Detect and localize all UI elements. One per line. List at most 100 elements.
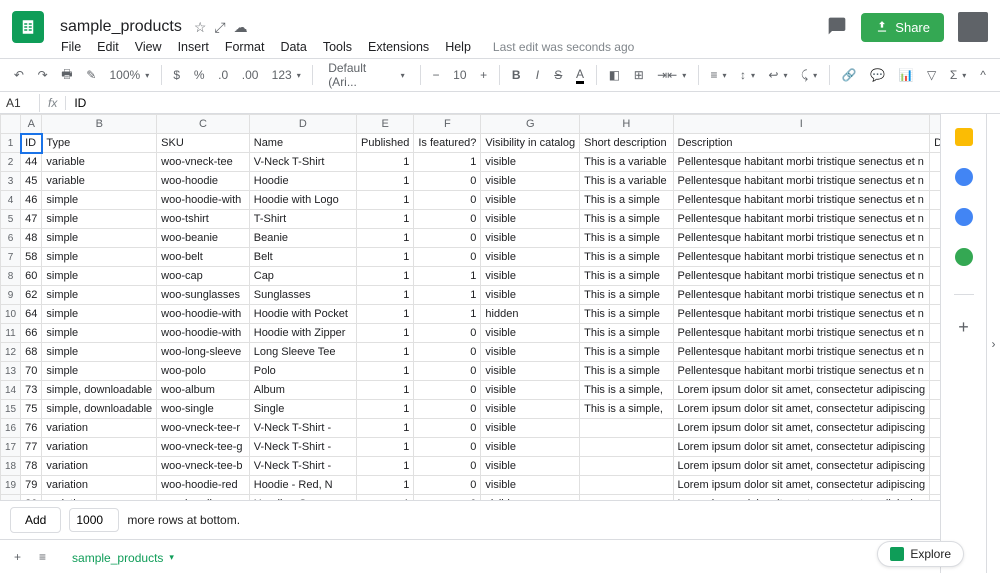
merge-button[interactable]: ⇥⇤ bbox=[652, 64, 692, 86]
select-all-cell[interactable] bbox=[1, 115, 21, 134]
cell[interactable]: V-Neck T-Shirt - bbox=[249, 457, 356, 476]
chevron-down-icon[interactable]: ▾ bbox=[169, 552, 174, 563]
cell[interactable]: simple bbox=[42, 248, 157, 267]
cell[interactable]: woo-vneck-tee bbox=[157, 153, 250, 172]
cell[interactable]: 1 bbox=[357, 381, 414, 400]
cell[interactable]: woo-hoodie-red bbox=[157, 476, 250, 495]
sheets-logo[interactable] bbox=[12, 11, 44, 43]
cell[interactable]: variation bbox=[42, 438, 157, 457]
cell[interactable] bbox=[580, 457, 673, 476]
cell[interactable]: 46 bbox=[21, 191, 42, 210]
cell[interactable] bbox=[580, 495, 673, 501]
inc-decimal-button[interactable]: .00 bbox=[236, 64, 264, 86]
cell[interactable]: 1 bbox=[357, 343, 414, 362]
cell[interactable]: 1 bbox=[357, 476, 414, 495]
cell[interactable] bbox=[580, 438, 673, 457]
col-header-G[interactable]: G bbox=[481, 115, 580, 134]
cell[interactable]: 0 bbox=[414, 343, 481, 362]
cell[interactable]: 0 bbox=[414, 248, 481, 267]
menu-help[interactable]: Help bbox=[438, 36, 478, 58]
cell[interactable]: Pellentesque habitant morbi tristique se… bbox=[673, 248, 930, 267]
cell[interactable]: 0 bbox=[414, 324, 481, 343]
cell[interactable]: Lorem ipsum dolor sit amet, consectetur … bbox=[673, 476, 930, 495]
cell[interactable]: Hoodie with Pocket bbox=[249, 305, 356, 324]
cell[interactable]: V-Neck T-Shirt - bbox=[249, 438, 356, 457]
menu-edit[interactable]: Edit bbox=[90, 36, 126, 58]
row-header-20[interactable]: 20 bbox=[1, 495, 21, 501]
halign-button[interactable]: ≡ bbox=[705, 64, 733, 86]
cell[interactable]: Cap bbox=[249, 267, 356, 286]
cell[interactable] bbox=[930, 229, 940, 248]
cell[interactable] bbox=[580, 419, 673, 438]
cell[interactable]: 44 bbox=[21, 153, 42, 172]
col-header-D[interactable]: D bbox=[249, 115, 356, 134]
row-header-1[interactable]: 1 bbox=[1, 134, 21, 153]
cell[interactable]: 1 bbox=[414, 286, 481, 305]
cell[interactable]: hidden bbox=[481, 305, 580, 324]
row-header-5[interactable]: 5 bbox=[1, 210, 21, 229]
cell[interactable]: Lorem ipsum dolor sit amet, consectetur … bbox=[673, 419, 930, 438]
row-header-9[interactable]: 9 bbox=[1, 286, 21, 305]
cell[interactable]: visible bbox=[481, 324, 580, 343]
cell[interactable]: visible bbox=[481, 210, 580, 229]
cell-header[interactable]: Type bbox=[42, 134, 157, 153]
row-header-16[interactable]: 16 bbox=[1, 419, 21, 438]
cell[interactable] bbox=[580, 476, 673, 495]
cell[interactable]: 70 bbox=[21, 362, 42, 381]
cell[interactable]: simple, downloadable bbox=[42, 381, 157, 400]
cell[interactable]: visible bbox=[481, 229, 580, 248]
cell[interactable]: woo-single bbox=[157, 400, 250, 419]
add-rows-button[interactable]: Add bbox=[10, 507, 61, 533]
col-header-C[interactable]: C bbox=[157, 115, 250, 134]
menu-file[interactable]: File bbox=[54, 36, 88, 58]
rotate-button[interactable]: ⤹ bbox=[795, 64, 823, 87]
cell[interactable]: Beanie bbox=[249, 229, 356, 248]
side-panel-toggle[interactable]: › bbox=[986, 114, 1000, 573]
row-header-4[interactable]: 4 bbox=[1, 191, 21, 210]
cell[interactable] bbox=[930, 362, 940, 381]
maps-icon[interactable] bbox=[955, 248, 973, 266]
cell[interactable]: 1 bbox=[357, 210, 414, 229]
zoom-select[interactable]: 100% bbox=[104, 64, 154, 86]
cell[interactable]: simple bbox=[42, 362, 157, 381]
cell[interactable]: 0 bbox=[414, 457, 481, 476]
cell[interactable]: woo-hoodie-with bbox=[157, 305, 250, 324]
cell[interactable]: Pellentesque habitant morbi tristique se… bbox=[673, 210, 930, 229]
strike-button[interactable]: S bbox=[548, 64, 568, 86]
cell[interactable]: Pellentesque habitant morbi tristique se… bbox=[673, 229, 930, 248]
last-edit-text[interactable]: Last edit was seconds ago bbox=[486, 36, 641, 58]
cell[interactable] bbox=[930, 457, 940, 476]
cell[interactable] bbox=[930, 191, 940, 210]
cell[interactable]: Single bbox=[249, 400, 356, 419]
cell[interactable]: 48 bbox=[21, 229, 42, 248]
filter-button[interactable]: ▽ bbox=[921, 64, 942, 86]
functions-button[interactable]: Σ bbox=[944, 64, 972, 86]
cell[interactable]: Hoodie with Zipper bbox=[249, 324, 356, 343]
keep-icon[interactable] bbox=[955, 128, 973, 146]
cell[interactable]: 1 bbox=[357, 419, 414, 438]
text-color-button[interactable]: A bbox=[570, 63, 590, 88]
cell[interactable] bbox=[930, 400, 940, 419]
cell[interactable]: woo-vneck-tee-b bbox=[157, 457, 250, 476]
cell[interactable]: visible bbox=[481, 267, 580, 286]
row-header-18[interactable]: 18 bbox=[1, 457, 21, 476]
cell[interactable]: Belt bbox=[249, 248, 356, 267]
cell[interactable]: 1 bbox=[414, 267, 481, 286]
cell[interactable]: Pellentesque habitant morbi tristique se… bbox=[673, 153, 930, 172]
cell[interactable]: woo-sunglasses bbox=[157, 286, 250, 305]
cell[interactable]: variation bbox=[42, 457, 157, 476]
cell-header[interactable]: Published bbox=[357, 134, 414, 153]
cell[interactable]: This is a simple bbox=[580, 305, 673, 324]
cell-header[interactable]: Name bbox=[249, 134, 356, 153]
cell[interactable]: 0 bbox=[414, 191, 481, 210]
cell[interactable]: 0 bbox=[414, 381, 481, 400]
cell[interactable]: 1 bbox=[357, 191, 414, 210]
cell[interactable]: This is a simple bbox=[580, 267, 673, 286]
currency-button[interactable]: $ bbox=[168, 64, 186, 86]
cell[interactable]: variation bbox=[42, 495, 157, 501]
col-header-F[interactable]: F bbox=[414, 115, 481, 134]
cell[interactable]: 75 bbox=[21, 400, 42, 419]
cell[interactable]: This is a simple bbox=[580, 229, 673, 248]
bold-button[interactable]: B bbox=[506, 64, 526, 86]
cell[interactable]: Lorem ipsum dolor sit amet, consectetur … bbox=[673, 438, 930, 457]
